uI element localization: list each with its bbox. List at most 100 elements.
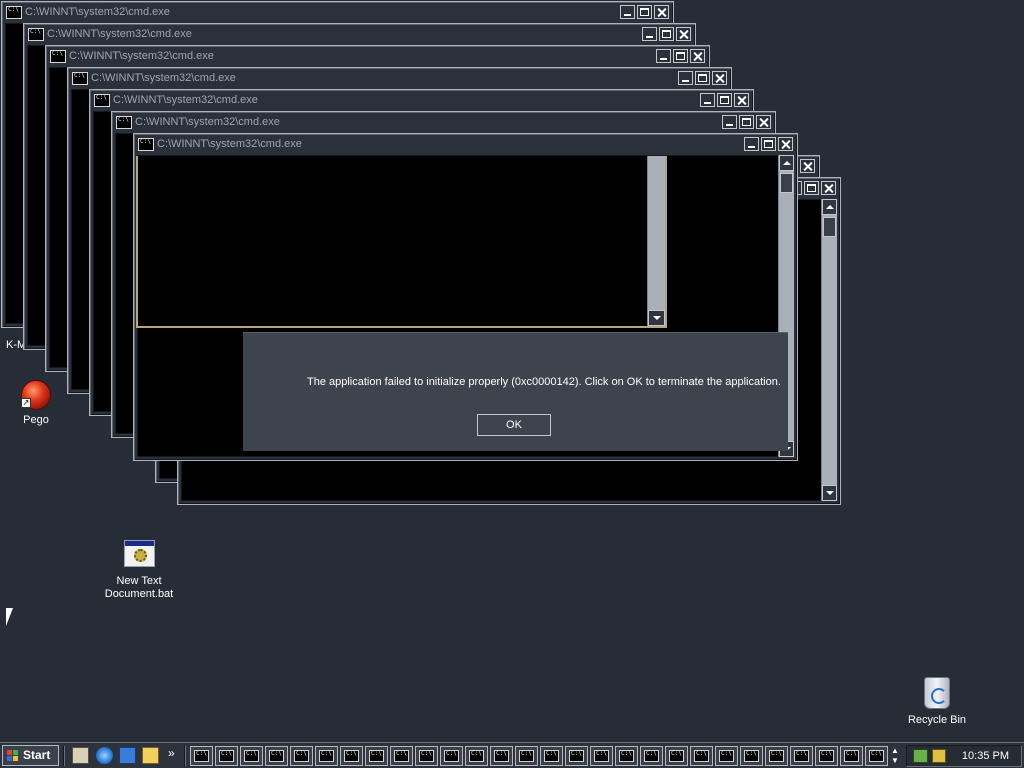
scroll-up-arrow[interactable]: [779, 155, 794, 171]
cmd-icon[interactable]: C:\: [50, 50, 66, 63]
maximize-icon[interactable]: [637, 5, 652, 19]
window-titlebar[interactable]: C:\C:\WINNT\system32\cmd.exe: [4, 4, 671, 22]
close-icon[interactable]: [756, 115, 771, 129]
taskbar-cmd-button[interactable]: C:\: [690, 746, 713, 766]
taskbar-cmd-button[interactable]: C:\: [515, 746, 538, 766]
taskbar-cmd-button[interactable]: C:\: [440, 746, 463, 766]
cmd-icon[interactable]: C:\: [116, 116, 132, 129]
taskbar-cmd-button[interactable]: C:\: [840, 746, 863, 766]
window-titlebar[interactable]: C:\C:\WINNT\system32\cmd.exe: [26, 26, 693, 44]
cmd-icon[interactable]: C:\: [94, 94, 110, 107]
cmd-icon[interactable]: C:\: [138, 138, 154, 151]
minimize-icon[interactable]: [722, 115, 737, 129]
minimize-icon[interactable]: [678, 71, 693, 85]
scroll-thumb[interactable]: [823, 217, 836, 237]
vertical-scrollbar[interactable]: [821, 199, 837, 501]
minimize-icon[interactable]: [642, 27, 657, 41]
system-tray: 10:35 PM: [906, 745, 1022, 767]
taskbar-cmd-button[interactable]: C:\: [315, 746, 338, 766]
maximize-icon[interactable]: [695, 71, 710, 85]
start-button[interactable]: Start: [2, 745, 59, 766]
taskbar-cmd-button[interactable]: C:\: [190, 746, 213, 766]
desktop-icon-recycle-bin[interactable]: Recycle Bin: [898, 714, 976, 727]
taskbar-cmd-button[interactable]: C:\: [215, 746, 238, 766]
taskbar-cmd-button[interactable]: C:\: [265, 746, 288, 766]
taskbar-cmd-button[interactable]: C:\: [490, 746, 513, 766]
minimize-icon[interactable]: [656, 49, 671, 63]
explorer-icon[interactable]: [142, 747, 159, 764]
desktop-icon-label-line2: Document.bat: [104, 588, 174, 600]
close-icon[interactable]: [712, 71, 727, 85]
cmd-icon[interactable]: C:\: [6, 6, 22, 19]
cmd-icon[interactable]: C:\: [72, 72, 88, 85]
taskbar-scroll-down[interactable]: ▼: [888, 756, 902, 766]
quicklaunch-chevron[interactable]: »: [168, 746, 175, 760]
taskbar-scroll-up[interactable]: ▲: [888, 746, 902, 756]
close-icon[interactable]: [821, 181, 836, 195]
clock[interactable]: 10:35 PM: [962, 750, 1009, 762]
internet-explorer-icon[interactable]: [96, 747, 113, 764]
batch-file-icon[interactable]: [124, 540, 155, 567]
window-titlebar[interactable]: C:\C:\WINNT\system32\cmd.exe: [136, 136, 795, 154]
minimize-icon[interactable]: [744, 137, 759, 151]
maximize-icon[interactable]: [739, 115, 754, 129]
close-icon[interactable]: [654, 5, 669, 19]
maximize-icon[interactable]: [717, 93, 732, 107]
taskbar-cmd-button[interactable]: C:\: [365, 746, 388, 766]
scroll-down-arrow[interactable]: [822, 485, 837, 501]
taskbar-cmd-button[interactable]: C:\: [590, 746, 613, 766]
maximize-icon[interactable]: [673, 49, 688, 63]
taskbar-cmd-button[interactable]: C:\: [790, 746, 813, 766]
cmd-icon: C:\: [819, 750, 834, 762]
taskbar-cmd-button[interactable]: C:\: [540, 746, 563, 766]
taskbar-cmd-button[interactable]: C:\: [615, 746, 638, 766]
window-titlebar[interactable]: C:\C:\WINNT\system32\cmd.exe: [92, 92, 751, 110]
taskbar-cmd-button[interactable]: C:\: [415, 746, 438, 766]
scroll-down-arrow[interactable]: [648, 310, 665, 326]
close-icon[interactable]: [690, 49, 705, 63]
close-icon[interactable]: [676, 27, 691, 41]
ok-button[interactable]: OK: [477, 414, 551, 436]
taskbar-cmd-button[interactable]: C:\: [290, 746, 313, 766]
window-title: C:\WINNT\system32\cmd.exe: [25, 6, 170, 18]
volume-icon[interactable]: [932, 749, 946, 763]
taskbar-cmd-button[interactable]: C:\: [865, 746, 888, 766]
taskbar-cmd-button[interactable]: C:\: [815, 746, 838, 766]
show-desktop-icon[interactable]: [72, 747, 89, 764]
window-titlebar[interactable]: C:\C:\WINNT\system32\cmd.exe: [70, 70, 729, 88]
window-title: C:\WINNT\system32\cmd.exe: [69, 50, 214, 62]
maximize-icon[interactable]: [761, 137, 776, 151]
taskbar-cmd-button[interactable]: C:\: [765, 746, 788, 766]
cmd-icon: C:\: [344, 750, 359, 762]
window-title: C:\WINNT\system32\cmd.exe: [47, 28, 192, 40]
network-icon[interactable]: [913, 749, 928, 763]
taskbar-cmd-button[interactable]: C:\: [740, 746, 763, 766]
taskbar-cmd-button[interactable]: C:\: [340, 746, 363, 766]
close-icon[interactable]: [800, 159, 815, 173]
close-icon[interactable]: [734, 93, 749, 107]
inner-scrollbar[interactable]: [647, 156, 665, 326]
close-icon[interactable]: [778, 137, 793, 151]
scroll-thumb[interactable]: [780, 173, 793, 193]
taskbar-cmd-button[interactable]: C:\: [640, 746, 663, 766]
recycle-bin-icon[interactable]: [924, 677, 950, 709]
taskbar-scroll[interactable]: ▲ ▼: [888, 746, 902, 766]
taskbar-cmd-button[interactable]: C:\: [240, 746, 263, 766]
maximize-icon[interactable]: [659, 27, 674, 41]
cmd-icon[interactable]: C:\: [28, 28, 44, 41]
scroll-up-arrow[interactable]: [822, 199, 837, 215]
taskbar-cmd-button[interactable]: C:\: [665, 746, 688, 766]
desktop-icon-new-text-document-bat[interactable]: New Text Document.bat: [96, 575, 182, 601]
minimize-icon[interactable]: [700, 93, 715, 107]
window-controls: [620, 5, 669, 19]
taskbar-cmd-button[interactable]: C:\: [565, 746, 588, 766]
window-titlebar[interactable]: C:\C:\WINNT\system32\cmd.exe: [114, 114, 773, 132]
taskbar-cmd-button[interactable]: C:\: [715, 746, 738, 766]
desktop-icon-pego[interactable]: Pego: [14, 414, 58, 427]
taskbar-cmd-button[interactable]: C:\: [390, 746, 413, 766]
minimize-icon[interactable]: [620, 5, 635, 19]
outlook-express-icon[interactable]: [119, 747, 136, 764]
maximize-icon[interactable]: [804, 181, 819, 195]
taskbar-cmd-button[interactable]: C:\: [465, 746, 488, 766]
window-titlebar[interactable]: C:\C:\WINNT\system32\cmd.exe: [48, 48, 707, 66]
